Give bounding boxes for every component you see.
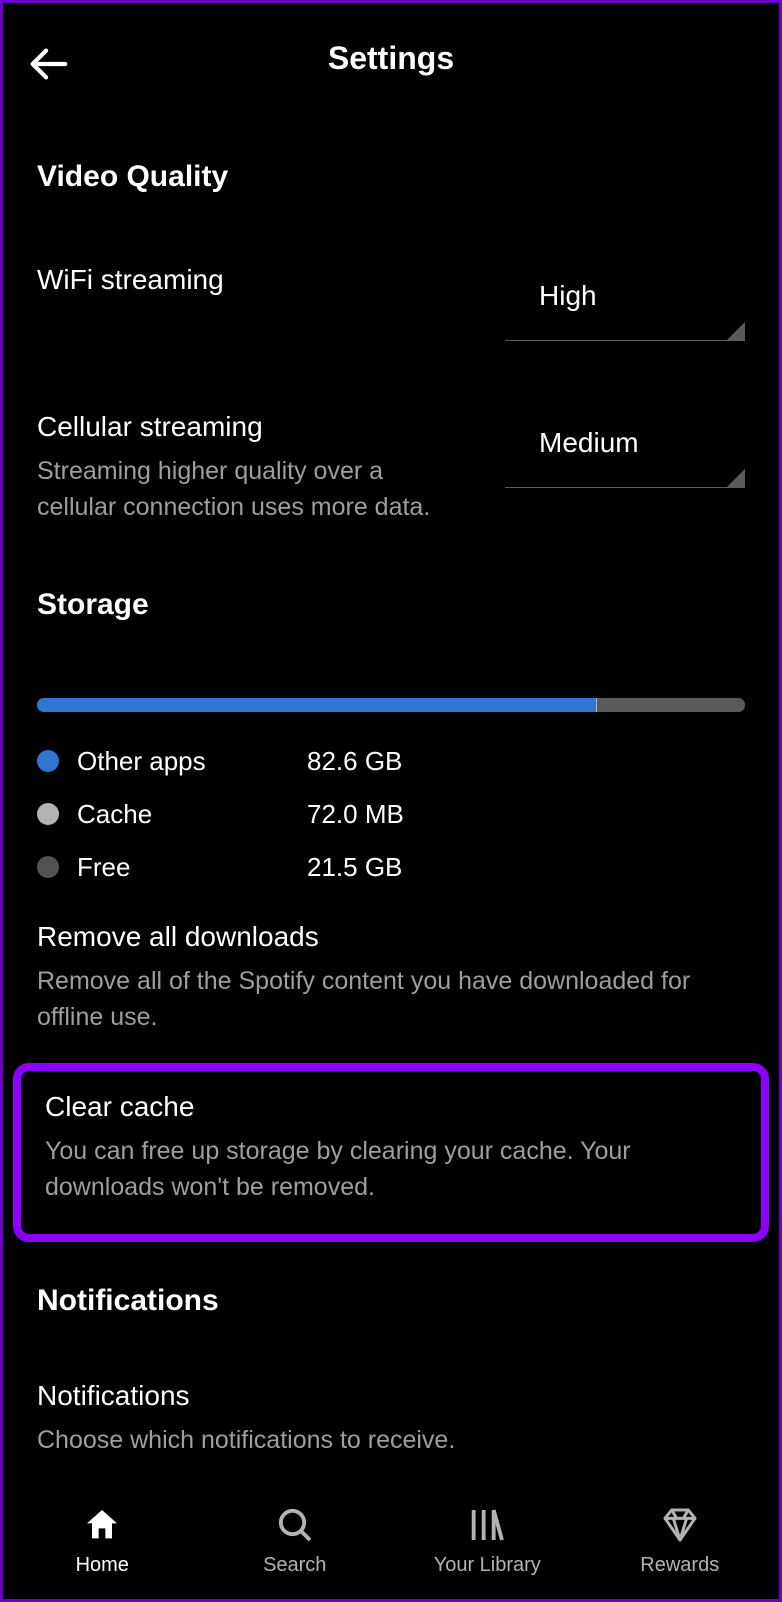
nav-label: Home: [76, 1554, 129, 1577]
notifications-title: Notifications: [37, 1380, 745, 1412]
cellular-streaming-desc: Streaming higher quality over a cellular…: [37, 453, 447, 526]
storage-legend: Other apps 82.6 GB Cache 72.0 MB Free 21…: [37, 746, 745, 883]
row-cellular-streaming: Cellular streaming Streaming higher qual…: [37, 411, 745, 526]
wifi-streaming-label: WiFi streaming: [37, 264, 447, 296]
cellular-streaming-dropdown[interactable]: Medium: [505, 419, 745, 488]
section-notifications: Notifications: [37, 1284, 745, 1318]
search-icon: [275, 1504, 315, 1546]
clear-cache-desc: You can free up storage by clearing your…: [45, 1133, 737, 1206]
app-header: Settings: [3, 3, 779, 98]
dot-icon: [37, 856, 59, 878]
nav-home[interactable]: Home: [6, 1499, 199, 1599]
settings-content: Video Quality WiFi streaming High Cellul…: [3, 160, 779, 1458]
arrow-left-icon: [25, 41, 71, 87]
storage-bar: [37, 698, 745, 712]
remove-downloads-title: Remove all downloads: [37, 921, 745, 953]
remove-downloads-desc: Remove all of the Spotify content you ha…: [37, 963, 745, 1036]
dot-icon: [37, 750, 59, 772]
nav-search[interactable]: Search: [199, 1499, 392, 1599]
clear-cache-highlight: Clear cache You can free up storage by c…: [13, 1063, 769, 1242]
remove-all-downloads-button[interactable]: Remove all downloads Remove all of the S…: [37, 921, 745, 1036]
legend-free: Free 21.5 GB: [37, 852, 745, 883]
nav-library[interactable]: Your Library: [391, 1499, 584, 1599]
storage-bar-free: [597, 698, 745, 712]
legend-label: Free: [77, 852, 307, 883]
bottom-nav: Home Search Your Library Rewards: [6, 1489, 776, 1599]
diamond-icon: [660, 1504, 700, 1546]
notifications-desc: Choose which notifications to receive.: [37, 1422, 745, 1458]
storage-bar-other: [37, 698, 596, 712]
row-wifi-streaming: WiFi streaming High: [37, 264, 745, 341]
legend-value: 72.0 MB: [307, 799, 404, 830]
wifi-streaming-dropdown[interactable]: High: [505, 272, 745, 341]
legend-label: Other apps: [77, 746, 307, 777]
legend-other-apps: Other apps 82.6 GB: [37, 746, 745, 777]
clear-cache-button[interactable]: Clear cache You can free up storage by c…: [45, 1091, 737, 1206]
nav-label: Search: [263, 1554, 326, 1577]
cellular-streaming-value: Medium: [505, 419, 745, 488]
clear-cache-title: Clear cache: [45, 1091, 737, 1123]
legend-value: 21.5 GB: [307, 852, 402, 883]
nav-label: Your Library: [434, 1554, 541, 1577]
wifi-streaming-value: High: [505, 272, 745, 341]
nav-rewards[interactable]: Rewards: [584, 1499, 777, 1599]
page-title: Settings: [328, 40, 454, 77]
legend-cache: Cache 72.0 MB: [37, 799, 745, 830]
notifications-button[interactable]: Notifications Choose which notifications…: [37, 1380, 745, 1458]
section-storage: Storage: [37, 588, 745, 622]
legend-value: 82.6 GB: [307, 746, 402, 777]
library-icon: [467, 1504, 507, 1546]
dot-icon: [37, 803, 59, 825]
cellular-streaming-label: Cellular streaming: [37, 411, 447, 443]
back-button[interactable]: [25, 41, 71, 92]
legend-label: Cache: [77, 799, 307, 830]
home-icon: [82, 1504, 122, 1546]
nav-label: Rewards: [640, 1554, 719, 1577]
section-video-quality: Video Quality: [37, 160, 745, 194]
